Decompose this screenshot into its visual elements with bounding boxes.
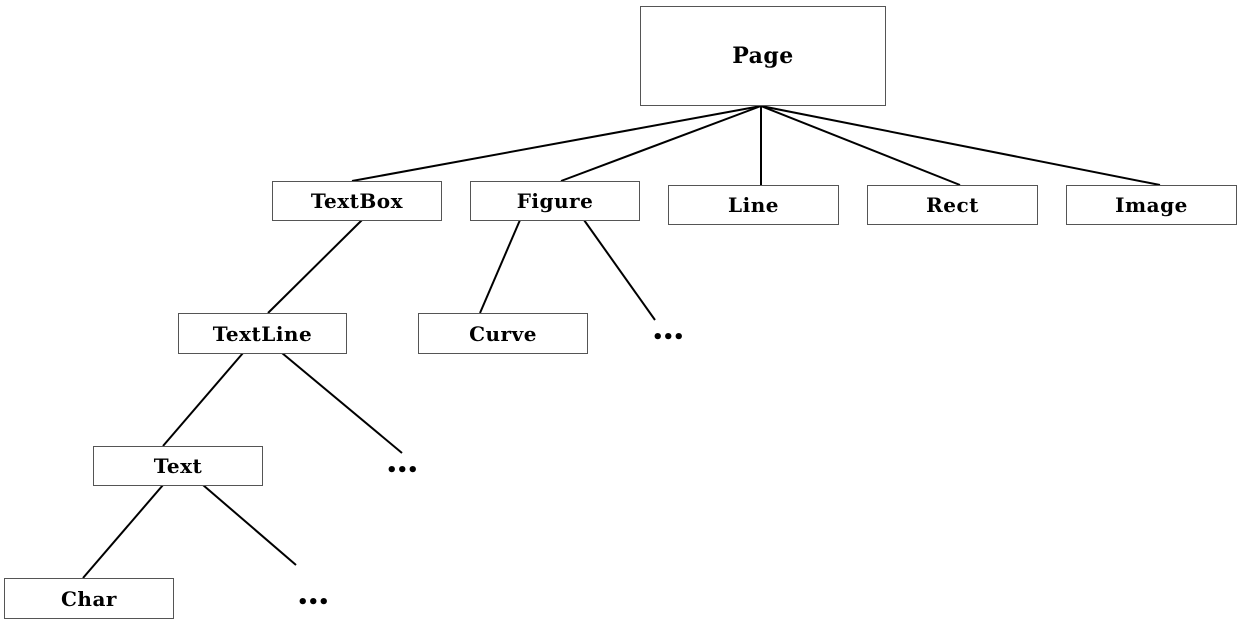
edge-page-rect (760, 105, 961, 186)
node-curve-label: Curve (469, 321, 537, 346)
ellipsis-textline-more: ••• (386, 460, 419, 481)
node-curve: Curve (418, 313, 588, 354)
node-rect: Rect (867, 185, 1038, 225)
edge-textline-more (281, 352, 403, 454)
node-image: Image (1066, 185, 1237, 225)
node-page: Page (640, 6, 886, 106)
node-line-label: Line (728, 193, 779, 217)
node-textline-label: TextLine (212, 321, 313, 346)
node-char-label: Char (61, 586, 117, 611)
node-figure-label: Figure (516, 189, 594, 213)
node-rect-label: Rect (926, 193, 979, 217)
node-textbox-label: TextBox (310, 189, 404, 213)
ellipsis-text-more: ••• (297, 592, 330, 613)
edge-page-textbox (351, 105, 762, 182)
node-figure: Figure (470, 181, 640, 221)
node-text-label: Text (153, 454, 203, 478)
node-textbox: TextBox (272, 181, 442, 221)
tree-connectors (82, 105, 1161, 579)
node-text: Text (93, 446, 263, 486)
edge-figure-curve (479, 219, 521, 314)
edge-textbox-textline (267, 219, 363, 314)
edge-page-image (760, 105, 1161, 186)
node-char: Char (4, 578, 174, 619)
node-line: Line (668, 185, 839, 225)
ellipsis-figure-more: ••• (652, 327, 685, 348)
edge-textline-text (162, 352, 244, 447)
edge-figure-more (583, 219, 656, 321)
node-image-label: Image (1115, 193, 1188, 217)
edge-page-figure (560, 105, 762, 182)
node-page-label: Page (732, 43, 794, 69)
edge-text-more (202, 484, 297, 566)
edge-text-char (82, 484, 164, 579)
node-textline: TextLine (178, 313, 347, 354)
